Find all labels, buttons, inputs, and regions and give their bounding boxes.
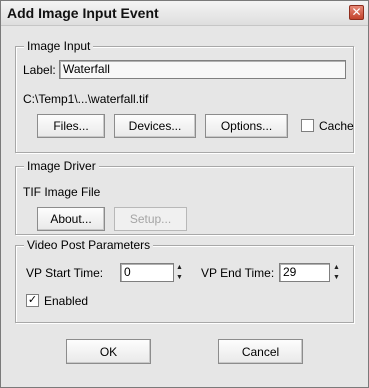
vp-start-input[interactable]: 0 xyxy=(120,263,174,282)
close-icon: ✕ xyxy=(351,5,362,19)
spinner-up-icon[interactable]: ▲ xyxy=(176,264,183,271)
image-driver-legend: Image Driver xyxy=(24,159,99,173)
dialog-window: Add Image Input Event ✕ Image Input Labe… xyxy=(0,0,369,388)
vp-end-spinner[interactable]: ▲ ▼ xyxy=(331,264,342,281)
vp-start-label: VP Start Time: xyxy=(26,266,104,280)
vp-start-spinner[interactable]: ▲ ▼ xyxy=(174,264,185,281)
close-button[interactable]: ✕ xyxy=(349,5,364,20)
spinner-down-icon[interactable]: ▼ xyxy=(333,274,340,281)
image-driver-group: Image Driver TIF Image File About... Set… xyxy=(15,159,354,235)
devices-button[interactable]: Devices... xyxy=(114,114,196,138)
cancel-button[interactable]: Cancel xyxy=(218,339,303,364)
image-path-text: C:\Temp1\...\waterfall.tif xyxy=(23,92,149,106)
about-button[interactable]: About... xyxy=(37,207,105,231)
video-post-legend: Video Post Parameters xyxy=(24,238,154,252)
options-button[interactable]: Options... xyxy=(205,114,288,138)
driver-name-text: TIF Image File xyxy=(23,185,101,199)
image-input-legend: Image Input xyxy=(24,39,94,53)
spinner-up-icon[interactable]: ▲ xyxy=(333,264,340,271)
enabled-checkbox[interactable]: ✓ xyxy=(26,294,39,307)
label-caption: Label: xyxy=(23,63,56,77)
checkmark-icon: ✓ xyxy=(27,294,38,306)
cache-checkbox[interactable] xyxy=(301,119,314,132)
image-input-group: Image Input Label: Waterfall C:\Temp1\..… xyxy=(15,39,354,153)
ok-button[interactable]: OK xyxy=(66,339,151,364)
spinner-down-icon[interactable]: ▼ xyxy=(176,274,183,281)
video-post-group: Video Post Parameters VP Start Time: 0 ▲… xyxy=(15,238,354,323)
files-button[interactable]: Files... xyxy=(37,114,105,138)
label-input[interactable]: Waterfall xyxy=(59,60,346,79)
title-bar[interactable]: Add Image Input Event ✕ xyxy=(1,1,368,26)
setup-button[interactable]: Setup... xyxy=(114,207,187,231)
cache-label: Cache xyxy=(319,119,354,133)
vp-end-label: VP End Time: xyxy=(201,266,275,280)
vp-end-input[interactable]: 29 xyxy=(279,263,330,282)
enabled-label: Enabled xyxy=(44,294,89,308)
dialog-title: Add Image Input Event xyxy=(7,5,159,21)
